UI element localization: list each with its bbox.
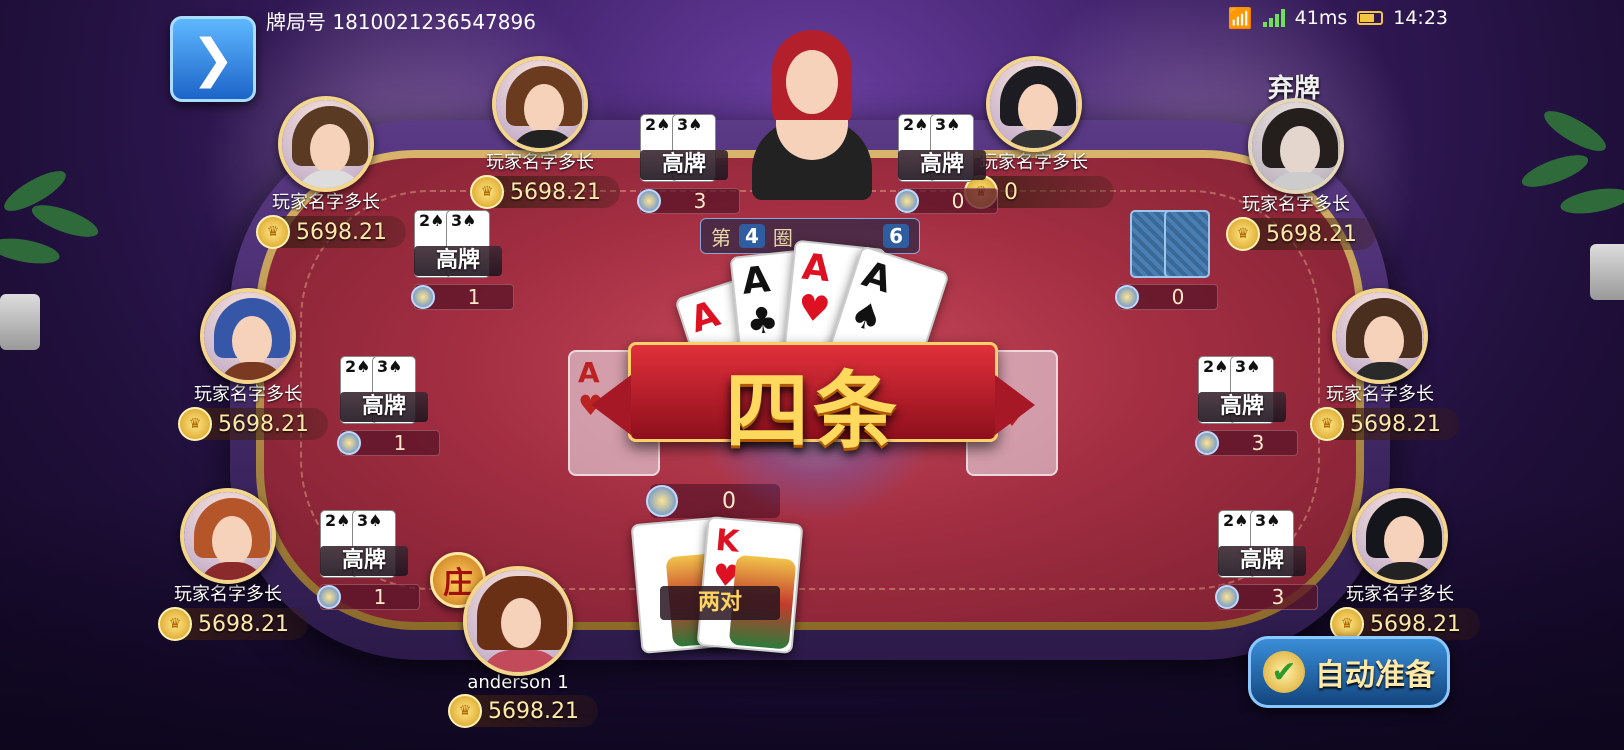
player-coins: ♛ 5698.21 [158,607,308,641]
player-coins: ♛ 5698.21 [1226,217,1376,251]
wifi-icon: 📶 [1227,6,1253,30]
game-stage: ❯ 牌局号 1810021236547896 📶 41ms 14:23 玩家名字… [0,0,1624,750]
player-coins: ♛ 5698.21 [470,175,620,209]
chevron-right-icon: ❯ [191,29,235,89]
bet-display: 1 [411,284,514,310]
my-hand-rank: 两对 [660,586,780,620]
menu-button[interactable]: ❯ [170,16,256,102]
gold-coin-icon: ♛ [1226,217,1260,251]
chip-icon [317,585,341,609]
latency: 41ms [1294,7,1348,29]
chip-icon [1215,585,1239,609]
bet-display: 0 [1115,284,1218,310]
player-hand-7: 2♠ 3♠ 高牌 3 [1215,510,1318,610]
hand-rank: 高牌 [320,546,408,576]
clock: 14:23 [1393,7,1448,29]
player-hand-4: 2♠ 3♠ 高牌 1 [337,356,440,456]
win-title: 四条 [724,362,901,460]
chip-icon [1115,285,1139,309]
gold-coin-icon: ♛ [178,407,212,441]
avatar [986,56,1082,152]
bet-display: 3 [1195,430,1298,456]
player-coins: ♛ 5698.21 [1310,407,1460,441]
avatar [1332,288,1428,384]
auto-ready-label: 自动准备 [1315,658,1435,693]
my-card: K ♥ [696,516,804,654]
player-coins: ♛ 5698.21 [448,694,598,728]
my-seat[interactable]: anderson 1 ♛ 5698.21 [448,566,598,728]
hand-rank: 高牌 [898,150,986,180]
my-cards: K ♣ K ♥ 两对 [630,516,806,660]
auto-ready-button[interactable]: ✔ 自动准备 [1248,636,1450,708]
check-icon: ✔ [1263,651,1305,693]
player-coins: ♛ 5698.21 [256,215,406,249]
player-hand-5: 2♠ 3♠ 高牌 3 [1195,356,1298,456]
win-banner: A♦ A♣ A♥ A♠ 四条 [591,222,1035,522]
avatar [278,96,374,192]
avatar [463,566,573,676]
player-coins: ♛ 5698.21 [178,407,328,441]
avatar [180,488,276,584]
gold-coin-icon: ♛ [470,175,504,209]
plant-left [0,150,120,350]
bet-display: 1 [317,584,420,610]
bet-display: 3 [1215,584,1318,610]
plant-right [1518,100,1624,300]
status-bar: 📶 41ms 14:23 [1228,6,1448,30]
gold-coin-icon: ♛ [1310,407,1344,441]
bet-display: 1 [337,430,440,456]
chip-icon [411,285,435,309]
player-seat-3[interactable]: 玩家名字多长 ♛ 5698.21 [1226,98,1376,251]
avatar [492,56,588,152]
bet-display: 3 [637,188,740,214]
gold-coin-icon: ♛ [448,694,482,728]
gold-coin-icon: ♛ [158,607,192,641]
chip-icon [637,189,661,213]
player-seat-1[interactable]: 玩家名字多长 ♛ 5698.21 [470,56,620,209]
player-hand-1: 2♠ 3♠ 高牌 3 [637,114,740,214]
chip-icon [895,189,919,213]
player-hand-2: 2♠ 3♠ 高牌 0 [895,114,998,214]
player-seat-6[interactable]: 玩家名字多长 ♛ 5698.21 [158,488,308,641]
dealer-avatar [742,20,882,200]
player-seat-7[interactable]: 玩家名字多长 ♛ 5698.21 [1330,488,1480,641]
avatar [1248,98,1344,194]
signal-icon [1262,9,1285,27]
battery-icon [1357,11,1384,25]
chip-icon [1195,431,1219,455]
player-seat-0[interactable]: 玩家名字多长 ♛ 5698.21 [256,96,406,249]
hand-rank: 高牌 [414,246,502,276]
hand-rank: 高牌 [640,150,728,180]
chip-icon [337,431,361,455]
player-seat-5[interactable]: 玩家名字多长 ♛ 5698.21 [1310,288,1460,441]
player-hand-6: 2♠ 3♠ 高牌 1 [317,510,420,610]
gold-coin-icon: ♛ [256,215,290,249]
avatar [1352,488,1448,584]
game-id: 牌局号 1810021236547896 [266,10,536,34]
hand-rank: 高牌 [1198,392,1286,422]
bet-display: 0 [895,188,998,214]
player-seat-4[interactable]: 玩家名字多长 ♛ 5698.21 [178,288,328,441]
folded-cards [1130,210,1220,280]
hand-rank: 高牌 [340,392,428,422]
player-hand-3: 0 [1115,280,1218,310]
hand-rank: 高牌 [1218,546,1306,576]
avatar [200,288,296,384]
player-hand-0: 2♠ 3♠ 高牌 1 [411,210,514,310]
